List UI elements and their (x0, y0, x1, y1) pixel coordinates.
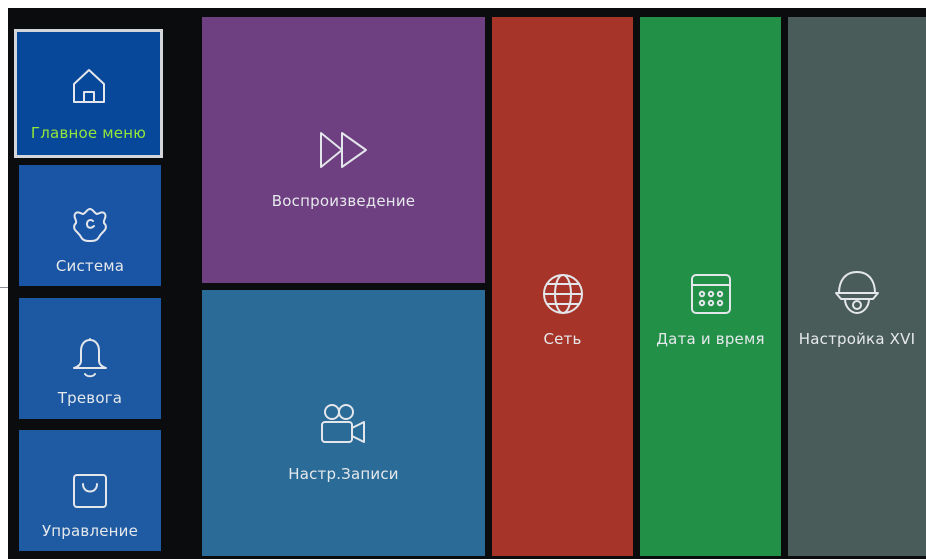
sidebar-item-alarm[interactable]: Тревога (19, 298, 161, 419)
tile-label: Дата и время (656, 330, 765, 348)
tile-xvi-settings[interactable]: Настройка XVI (788, 17, 926, 556)
tile-record-settings[interactable]: Настр.Записи (202, 290, 485, 556)
sidebar-item-management[interactable]: Управление (19, 430, 161, 551)
sidebar-item-label: Управление (41, 522, 139, 540)
tile-date-time[interactable]: Дата и время (640, 17, 781, 556)
tile-network[interactable]: Сеть (492, 17, 633, 556)
tile-playback[interactable]: Воспроизведение (202, 17, 485, 283)
sidebar-item-label: Тревога (57, 389, 123, 407)
sidebar-item-label: Главное меню (30, 124, 147, 142)
dome-camera-icon (833, 269, 881, 317)
tile-label: Воспроизведение (271, 192, 416, 210)
bell-icon (71, 336, 109, 380)
tile-label: Настр.Записи (288, 465, 399, 483)
bag-icon (71, 472, 109, 510)
menu-panel: Главное меню Система Тревога Управление … (8, 8, 926, 559)
globe-icon (541, 272, 585, 316)
video-camera-icon (319, 402, 369, 446)
sidebar-item-main-menu[interactable]: Главное меню (14, 29, 163, 158)
dvr-main-menu-screen: Главное меню Система Тревога Управление … (0, 0, 926, 559)
edge-mark (0, 287, 8, 288)
home-icon (71, 67, 107, 105)
tile-label: Настройка XVI (798, 330, 916, 348)
tile-label: Сеть (543, 330, 582, 348)
gear-icon (71, 206, 109, 244)
calendar-icon (689, 272, 733, 316)
sidebar-item-label: Система (55, 257, 125, 275)
sidebar-item-system[interactable]: Система (19, 165, 161, 286)
fast-forward-icon (318, 130, 370, 170)
